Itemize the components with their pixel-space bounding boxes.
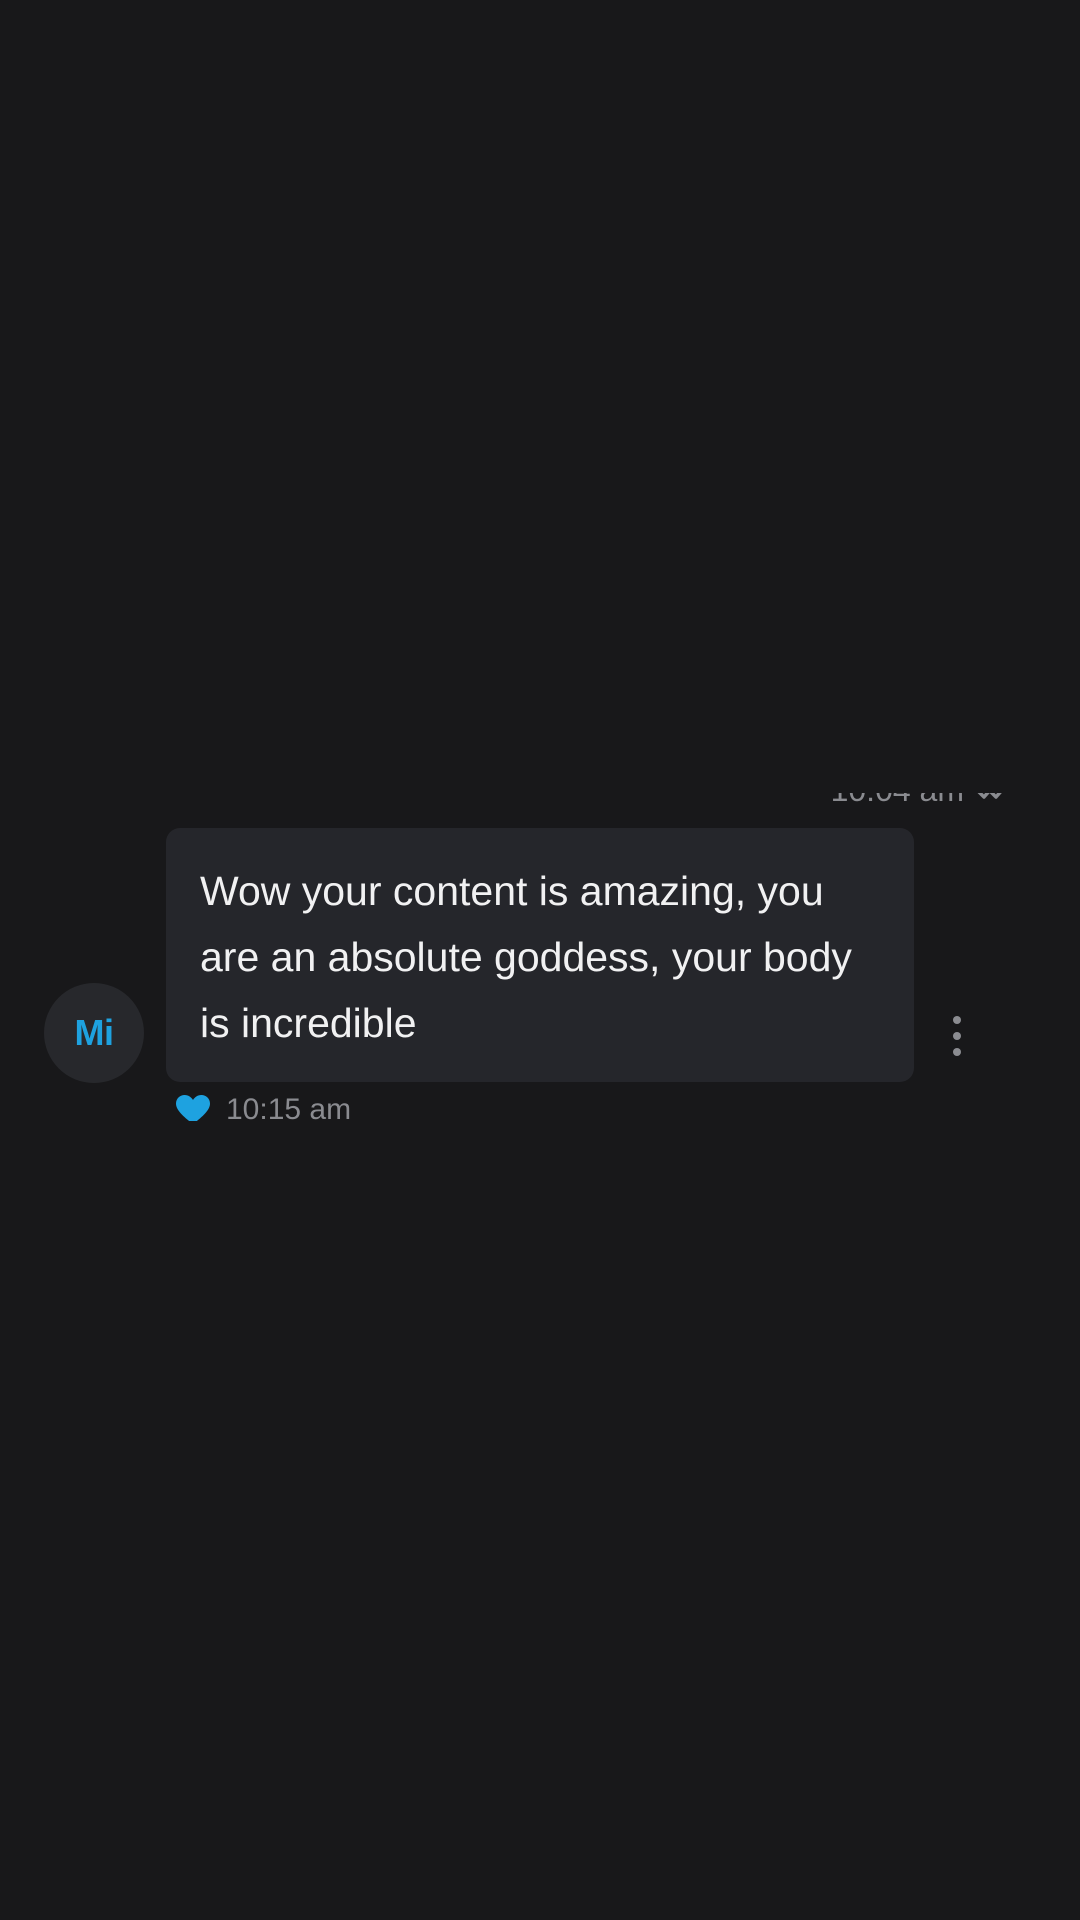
avatar[interactable]: Mi [44, 983, 144, 1083]
message-meta: 10:15 am [176, 1093, 351, 1121]
chat-screen: 10:04 am Mi Wow your content is amazing,… [0, 0, 1080, 1920]
previous-message-status: 10:04 am [831, 793, 1014, 809]
message-list[interactable]: 10:04 am Mi Wow your content is amazing,… [0, 793, 1080, 1121]
message-time: 10:15 am [226, 1093, 352, 1121]
avatar-initials: Mi [74, 1012, 115, 1053]
message-text: Wow your content is amazing, you are an … [200, 868, 852, 1046]
previous-message-time: 10:04 am [831, 793, 964, 809]
message-bubble[interactable]: Wow your content is amazing, you are an … [166, 828, 914, 1082]
more-vertical-icon[interactable] [942, 1016, 972, 1056]
heart-icon[interactable] [176, 1095, 210, 1121]
double-check-icon [974, 793, 1014, 803]
